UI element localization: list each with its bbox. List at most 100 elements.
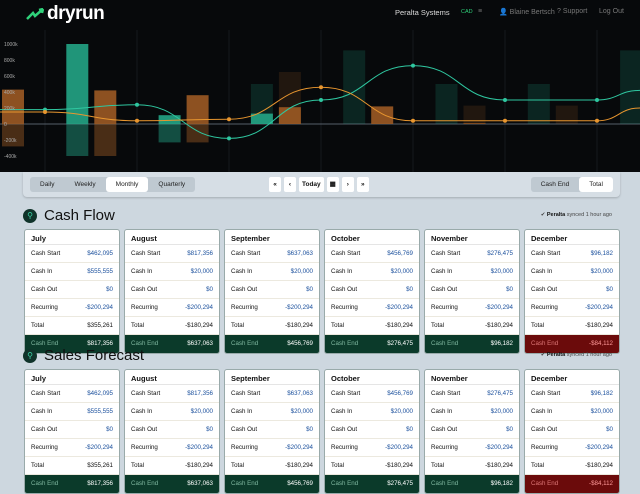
company-name[interactable]: Peralta Systems (395, 8, 450, 17)
row-value[interactable]: $96,182 (591, 385, 613, 402)
row-value[interactable]: $0 (406, 421, 413, 438)
cash-out-bar[interactable] (278, 107, 301, 124)
month-card[interactable]: October Cash Start $456,769 Cash In $20,000 C… (324, 369, 420, 494)
cash-end-point[interactable] (227, 136, 231, 141)
row-value[interactable]: $462,095 (87, 385, 113, 402)
row-value[interactable]: -$200,294 (285, 439, 313, 456)
row-value[interactable]: $20,000 (191, 263, 213, 280)
mode-cash-end[interactable]: Cash End (531, 177, 580, 192)
today-button[interactable]: Today (299, 177, 324, 192)
row-value[interactable]: -$200,294 (285, 299, 313, 316)
menu-icon[interactable]: ≡ (478, 8, 482, 15)
row-value[interactable]: -$200,294 (85, 299, 113, 316)
row-value[interactable]: $0 (606, 421, 613, 438)
month-card[interactable]: December Cash Start $96,182 Cash In $20,000 C… (524, 369, 620, 494)
cash-out-bar[interactable] (463, 123, 486, 124)
total-point[interactable] (135, 118, 139, 123)
first-button[interactable]: « (269, 177, 281, 192)
row-value[interactable]: -$200,294 (385, 439, 413, 456)
row-value[interactable]: $0 (206, 421, 213, 438)
cash-in-bar[interactable] (66, 44, 89, 124)
period-weekly[interactable]: Weekly (64, 177, 105, 192)
total-point[interactable] (503, 118, 507, 123)
forecast-bar[interactable] (435, 84, 458, 124)
cash-end-point[interactable] (319, 98, 323, 102)
row-value[interactable]: $0 (206, 281, 213, 298)
row-value[interactable]: $0 (306, 421, 313, 438)
logout-link[interactable]: Log Out (599, 8, 624, 15)
row-value[interactable]: -$200,294 (585, 299, 613, 316)
row-value[interactable]: $276,475 (487, 385, 513, 402)
negative-bar[interactable] (66, 124, 89, 156)
row-value[interactable]: $276,475 (487, 245, 513, 262)
month-card[interactable]: August Cash Start $817,356 Cash In $20,000 Ca… (124, 369, 220, 494)
row-value[interactable]: $637,063 (287, 385, 313, 402)
total-point[interactable] (595, 118, 599, 123)
row-value[interactable]: $0 (506, 421, 513, 438)
row-value[interactable]: $817,356 (187, 245, 213, 262)
support-link[interactable]: ? Support (557, 8, 587, 15)
row-value[interactable]: $555,555 (87, 263, 113, 280)
row-value[interactable]: $20,000 (191, 403, 213, 420)
period-monthly[interactable]: Monthly (105, 177, 149, 192)
month-card[interactable]: August Cash Start $817,356 Cash In $20,000 Ca… (124, 229, 220, 354)
month-card[interactable]: September Cash Start $637,063 Cash In $20,00… (224, 229, 320, 354)
row-value[interactable]: $0 (106, 281, 113, 298)
month-card[interactable]: December Cash Start $96,182 Cash In $20,000 C… (524, 229, 620, 354)
row-value[interactable]: $20,000 (491, 263, 513, 280)
row-value[interactable]: $20,000 (591, 403, 613, 420)
total-point[interactable] (319, 85, 323, 90)
prev-button[interactable]: ‹ (284, 177, 296, 192)
month-card[interactable]: July Cash Start $462,095 Cash In $555,555 Cas… (24, 369, 120, 494)
row-value[interactable]: $0 (606, 281, 613, 298)
row-value[interactable]: $0 (306, 281, 313, 298)
negative-bar[interactable] (94, 124, 117, 156)
row-value[interactable]: $462,095 (87, 245, 113, 262)
total-point[interactable] (43, 110, 47, 114)
row-value[interactable]: -$200,294 (585, 439, 613, 456)
negative-bar[interactable] (158, 124, 181, 143)
row-value[interactable]: $96,182 (591, 245, 613, 262)
period-quarterly[interactable]: Quarterly (148, 177, 195, 192)
period-daily[interactable]: Daily (30, 177, 64, 192)
row-value[interactable]: -$200,294 (385, 299, 413, 316)
calendar-icon[interactable]: ▦ (326, 177, 339, 192)
mode-total[interactable]: Total (579, 177, 613, 192)
row-value[interactable]: $456,769 (387, 385, 413, 402)
row-value[interactable]: $456,769 (387, 245, 413, 262)
row-value[interactable]: $555,555 (87, 403, 113, 420)
row-value[interactable]: $20,000 (291, 403, 313, 420)
user-menu[interactable]: 👤 Blaine Bertsch (499, 8, 555, 16)
total-point[interactable] (227, 117, 231, 122)
row-value[interactable]: $0 (106, 421, 113, 438)
row-value[interactable]: $20,000 (291, 263, 313, 280)
month-card[interactable]: November Cash Start $276,475 Cash In $20,000… (424, 369, 520, 494)
row-value[interactable]: $637,063 (287, 245, 313, 262)
row-value[interactable]: -$200,294 (185, 439, 213, 456)
forecast-bar[interactable] (620, 50, 640, 124)
row-value[interactable]: $0 (506, 281, 513, 298)
month-card[interactable]: October Cash Start $456,769 Cash In $20,000 C… (324, 229, 420, 354)
forecast-bar[interactable] (527, 84, 550, 124)
cash-end-point[interactable] (503, 98, 507, 102)
row-value[interactable]: $0 (406, 281, 413, 298)
forecast-bar[interactable] (343, 50, 366, 124)
cash-end-point[interactable] (411, 63, 415, 68)
row-value[interactable]: $20,000 (491, 403, 513, 420)
logo[interactable]: dryrun (26, 3, 105, 25)
month-card[interactable]: July Cash Start $462,095 Cash In $555,555 Cas… (24, 229, 120, 354)
row-value[interactable]: -$200,294 (85, 439, 113, 456)
row-value[interactable]: $20,000 (391, 403, 413, 420)
cash-end-point[interactable] (595, 98, 599, 102)
next-button[interactable]: › (341, 177, 354, 192)
row-value[interactable]: -$200,294 (485, 299, 513, 316)
month-card[interactable]: November Cash Start $276,475 Cash In $20,000… (424, 229, 520, 354)
total-point[interactable] (411, 118, 415, 123)
row-value[interactable]: -$200,294 (485, 439, 513, 456)
last-button[interactable]: » (356, 177, 369, 192)
month-card[interactable]: September Cash Start $637,063 Cash In $20,00… (224, 369, 320, 494)
row-value[interactable]: $817,356 (187, 385, 213, 402)
cash-end-point[interactable] (135, 102, 139, 107)
row-value[interactable]: $20,000 (591, 263, 613, 280)
cash-in-bar[interactable] (158, 115, 181, 124)
